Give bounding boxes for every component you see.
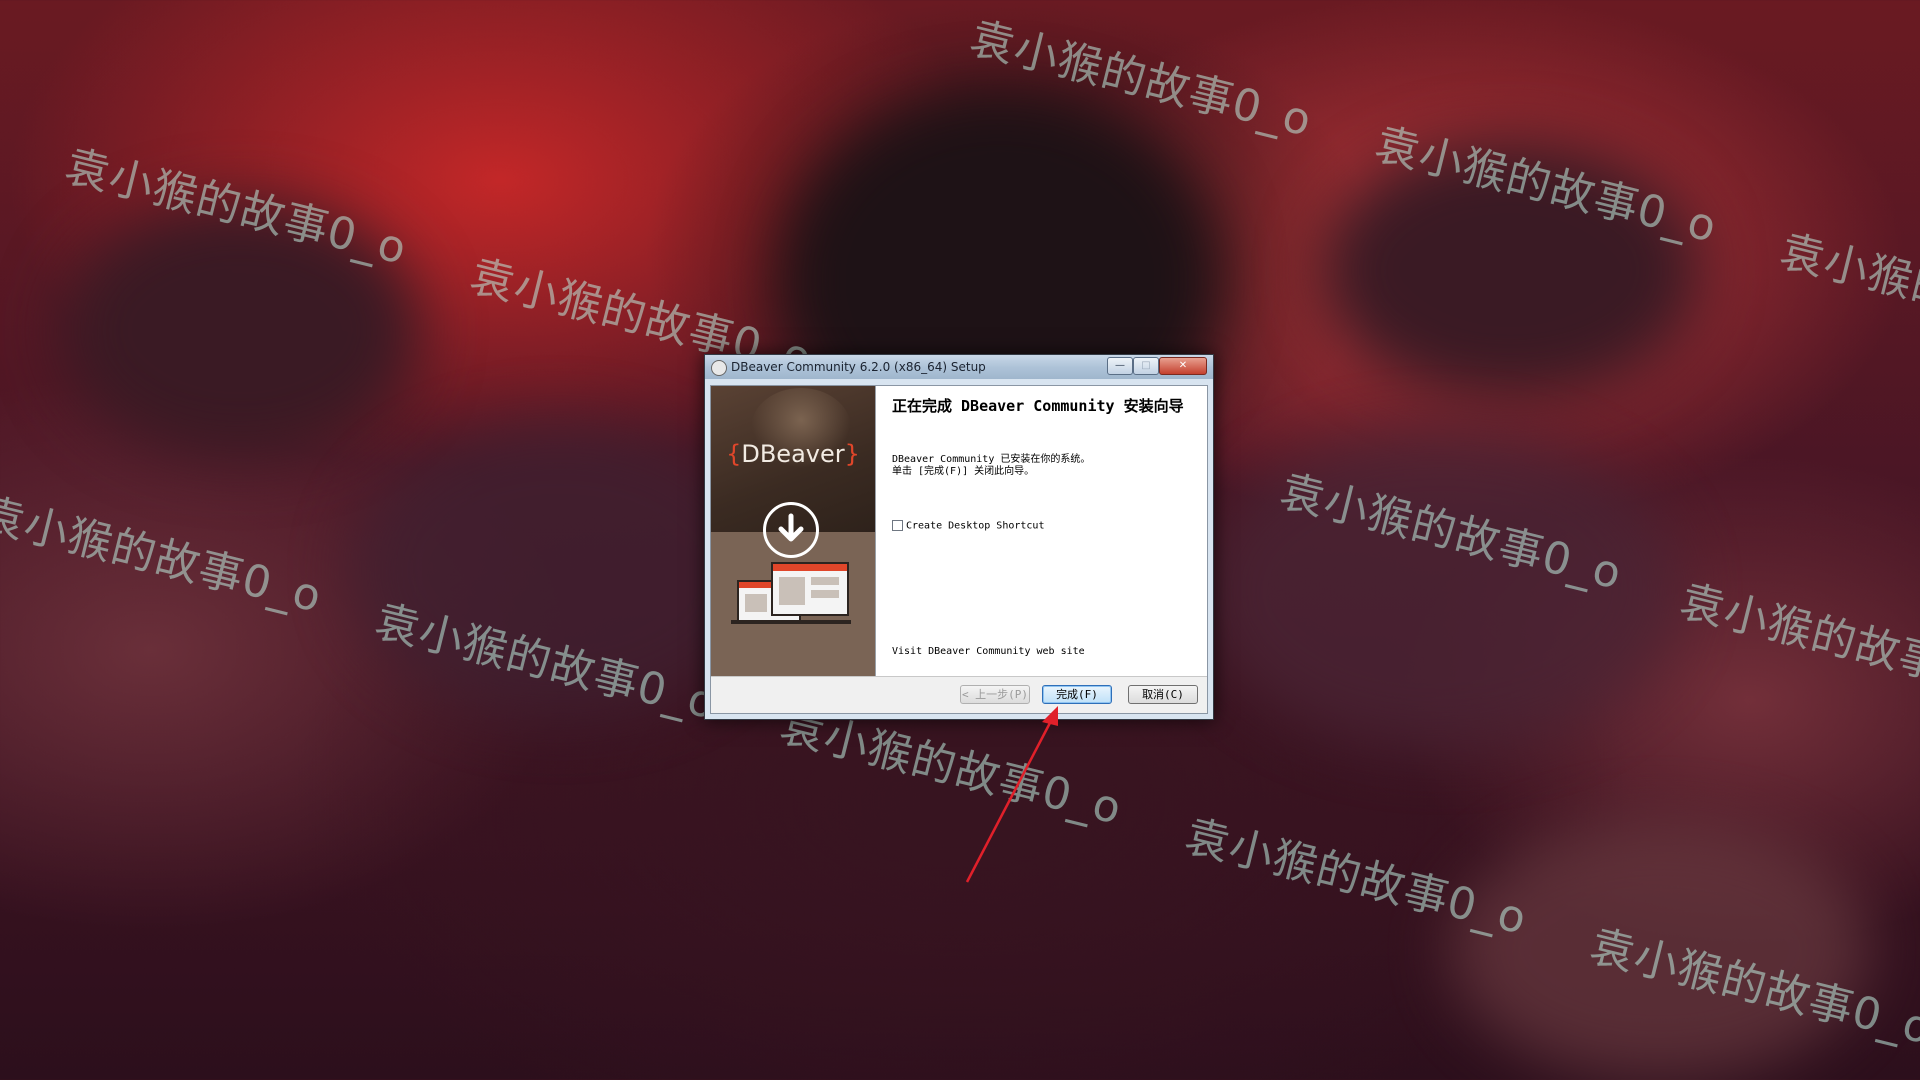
- monitor-panel: [779, 577, 805, 605]
- logo-text: DBeaver: [741, 440, 845, 468]
- logo-brace-right: }: [844, 440, 860, 468]
- finish-button[interactable]: 完成(F): [1042, 685, 1112, 704]
- monitor-panel: [811, 577, 839, 585]
- monitor-header-bar: [773, 564, 847, 571]
- cancel-button[interactable]: 取消(C): [1128, 685, 1198, 704]
- desktop-shortcut-label[interactable]: Create Desktop Shortcut: [906, 521, 1044, 532]
- title-bar[interactable]: DBeaver Community 6.2.0 (x86_64) Setup —…: [705, 355, 1213, 379]
- back-button: < 上一步(P): [960, 685, 1030, 704]
- installer-sidebar-graphic: {DBeaver}: [711, 386, 875, 676]
- monitor-illustration: [771, 562, 849, 616]
- button-bar: < 上一步(P) 完成(F) 取消(C): [711, 676, 1207, 713]
- page-title: 正在完成 DBeaver Community 安装向导: [892, 397, 1184, 415]
- install-complete-message: DBeaver Community 已安装在你的系统。 单击 [完成(F)] 关…: [892, 454, 1090, 478]
- close-button[interactable]: ✕: [1159, 357, 1207, 375]
- desktop-shortcut-option[interactable]: Create Desktop Shortcut: [892, 520, 1044, 532]
- setup-dialog: DBeaver Community 6.2.0 (x86_64) Setup —…: [704, 354, 1214, 720]
- minimize-button[interactable]: —: [1107, 357, 1133, 375]
- download-icon: [763, 502, 819, 558]
- message-line: 单击 [完成(F)] 关闭此向导。: [892, 466, 1035, 477]
- maximize-button: □: [1133, 357, 1159, 375]
- monitor-panel: [811, 590, 839, 598]
- monitor-stand: [731, 620, 851, 624]
- dbeaver-logo: {DBeaver}: [711, 440, 875, 468]
- window-title: DBeaver Community 6.2.0 (x86_64) Setup: [731, 360, 986, 374]
- dbeaver-app-icon: [711, 360, 727, 376]
- desktop-shortcut-checkbox[interactable]: [892, 520, 903, 531]
- dialog-client-area: {DBeaver} 正在完成 DBeaver Community 安装向导 DB…: [710, 385, 1208, 714]
- wizard-content-panel: 正在完成 DBeaver Community 安装向导 DBeaver Comm…: [875, 386, 1207, 676]
- monitor-panel: [745, 594, 767, 612]
- message-line: DBeaver Community 已安装在你的系统。: [892, 454, 1091, 465]
- visit-website-link[interactable]: Visit DBeaver Community web site: [892, 646, 1085, 657]
- logo-brace-left: {: [726, 440, 742, 468]
